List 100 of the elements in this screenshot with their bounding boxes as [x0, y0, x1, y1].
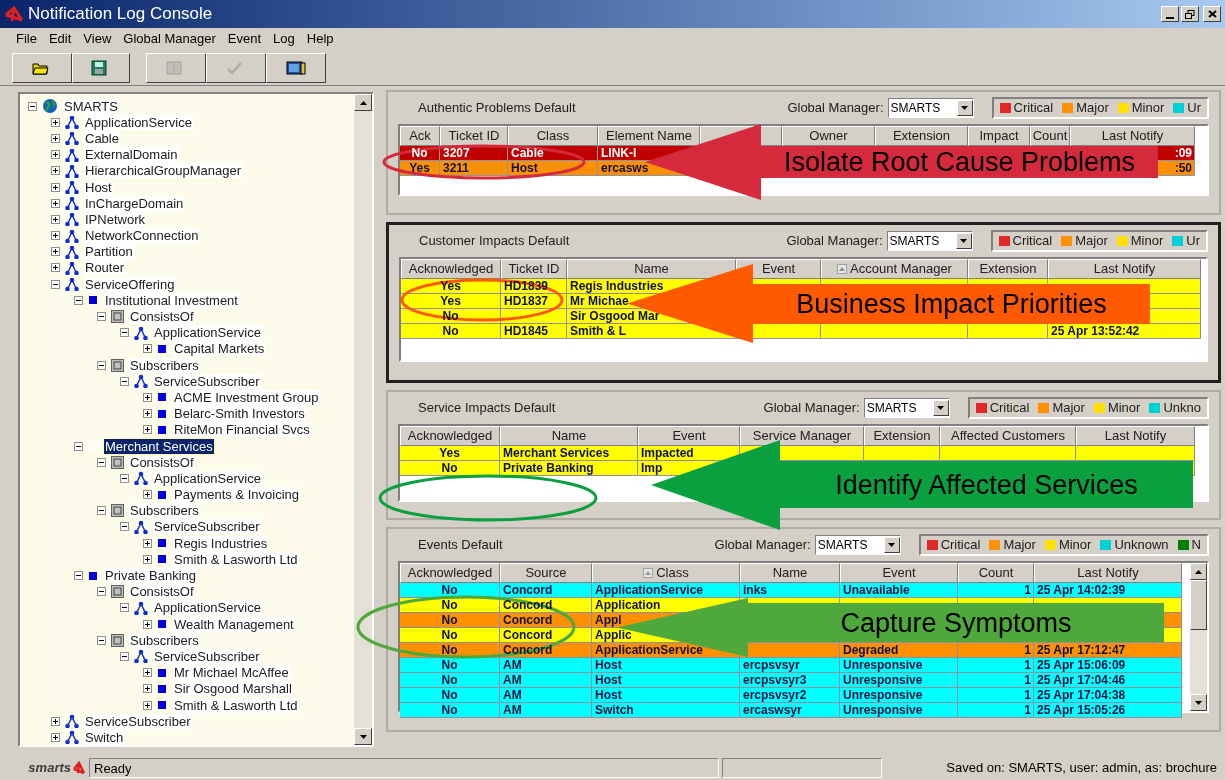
column-header[interactable]: Class: [508, 126, 598, 146]
expand-icon[interactable]: [51, 182, 60, 192]
collapse-icon[interactable]: [120, 328, 129, 338]
expand-icon[interactable]: [51, 133, 60, 143]
expand-icon[interactable]: [143, 538, 152, 548]
collapse-icon[interactable]: [120, 473, 129, 483]
tree-item[interactable]: IPNetwork: [84, 211, 146, 227]
tree-item[interactable]: ServiceSubscriber: [84, 713, 192, 729]
manager-select[interactable]: SMARTS: [887, 98, 974, 118]
tree-item[interactable]: ApplicationService: [84, 114, 193, 130]
column-header[interactable]: Extension: [864, 426, 940, 446]
expand-icon[interactable]: [143, 684, 152, 694]
menu-item[interactable]: View: [83, 29, 112, 49]
collapse-icon[interactable]: [74, 441, 83, 451]
minimize-button[interactable]: [1161, 6, 1179, 22]
collapse-icon[interactable]: [28, 101, 37, 111]
manager-select[interactable]: SMARTS: [886, 231, 973, 251]
toolbar-button[interactable]: [266, 52, 326, 83]
table-cell[interactable]: No: [400, 703, 499, 717]
tree-item[interactable]: ServiceSubscriber: [153, 373, 261, 389]
tree-item[interactable]: Subscribers: [129, 503, 200, 519]
collapse-icon[interactable]: [74, 295, 83, 305]
column-header[interactable]: Element Name: [598, 126, 700, 146]
menu-item[interactable]: Event: [227, 29, 262, 49]
column-header[interactable]: Last Notify: [1070, 126, 1195, 146]
tree-item[interactable]: ExternalDomain: [84, 147, 179, 163]
collapse-icon[interactable]: [97, 457, 106, 467]
tree-item[interactable]: NetworkConnection: [84, 228, 200, 244]
expand-icon[interactable]: [143, 554, 152, 564]
collapse-icon[interactable]: [51, 279, 60, 289]
tree-item[interactable]: Wealth Management: [173, 616, 295, 632]
collapse-icon[interactable]: [97, 360, 106, 370]
expand-icon[interactable]: [143, 409, 152, 419]
column-header[interactable]: Name: [567, 259, 736, 279]
toolbar-button[interactable]: [72, 52, 130, 83]
column-header[interactable]: Acknowledged: [400, 563, 500, 583]
collapse-icon[interactable]: [97, 506, 106, 516]
table-cell[interactable]: No: [400, 613, 499, 627]
tree-item[interactable]: Host: [84, 179, 113, 195]
tree-item[interactable]: ApplicationService: [153, 325, 262, 341]
tree-item[interactable]: ConsistsOf: [129, 584, 195, 600]
table-cell[interactable]: No: [400, 628, 499, 642]
tree-item[interactable]: Mr Michael McAffee: [173, 665, 290, 681]
tree-item[interactable]: ServiceOffering: [84, 276, 176, 292]
menu-item[interactable]: Help: [306, 29, 334, 49]
table-cell[interactable]: Yes: [401, 294, 500, 308]
tree-item[interactable]: SMARTS: [63, 98, 119, 114]
manager-select[interactable]: SMARTS: [814, 535, 901, 555]
column-header[interactable]: Ticket ID: [501, 259, 567, 279]
tree-item[interactable]: Smith & Lasworth Ltd: [173, 697, 299, 713]
menu-item[interactable]: File: [16, 29, 37, 49]
tree-item[interactable]: RiteMon Financial Svcs: [173, 422, 311, 438]
toolbar-button[interactable]: [12, 52, 72, 83]
expand-icon[interactable]: [51, 231, 60, 241]
tree-item[interactable]: Cable: [84, 130, 120, 146]
tree-item[interactable]: ACME Investment Group: [173, 389, 320, 405]
column-header[interactable]: Name: [500, 426, 638, 446]
column-header[interactable]: Event: [638, 426, 740, 446]
column-header[interactable]: Extension: [875, 126, 968, 146]
tree-item[interactable]: ApplicationService: [153, 470, 262, 486]
table-cell[interactable]: Yes: [400, 446, 499, 460]
column-header[interactable]: Acknowledged: [400, 426, 500, 446]
manager-select[interactable]: SMARTS: [863, 398, 950, 418]
column-header[interactable]: Ticket ID: [440, 126, 508, 146]
expand-icon[interactable]: [51, 214, 60, 224]
column-header[interactable]: Name: [740, 563, 840, 583]
table-cell[interactable]: No: [400, 461, 499, 475]
column-header[interactable]: Account Manager: [821, 259, 968, 279]
column-header[interactable]: Affected Customers: [940, 426, 1076, 446]
expand-icon[interactable]: [143, 619, 152, 629]
collapse-icon[interactable]: [97, 312, 106, 322]
collapse-icon[interactable]: [120, 603, 129, 613]
expand-icon[interactable]: [51, 263, 60, 273]
tree-item[interactable]: Private Banking: [104, 568, 198, 584]
scrollbar[interactable]: [1190, 563, 1207, 711]
tree-item[interactable]: Sir Osgood Marshall: [173, 681, 293, 697]
expand-icon[interactable]: [143, 668, 152, 678]
column-header[interactable]: Owner: [782, 126, 875, 146]
column-header[interactable]: Count: [958, 563, 1034, 583]
expand-icon[interactable]: [51, 150, 60, 160]
tree-item[interactable]: Payments & Invoicing: [173, 487, 300, 503]
tree-item[interactable]: ConsistsOf: [129, 454, 195, 470]
tree-item[interactable]: Partition: [84, 244, 134, 260]
menu-item[interactable]: Edit: [48, 29, 72, 49]
tree-item[interactable]: Regis Industries: [173, 535, 269, 551]
collapse-icon[interactable]: [74, 571, 83, 581]
tree-item[interactable]: Router: [84, 260, 126, 276]
column-header[interactable]: Count: [1030, 126, 1070, 146]
maximize-button[interactable]: [1181, 6, 1199, 22]
expand-icon[interactable]: [143, 490, 152, 500]
expand-icon[interactable]: [51, 117, 60, 127]
expand-icon[interactable]: [51, 716, 60, 726]
menu-item[interactable]: Global Manager: [123, 29, 216, 49]
tree-item[interactable]: Subscribers: [129, 357, 200, 373]
expand-icon[interactable]: [51, 732, 60, 742]
collapse-icon[interactable]: [120, 376, 129, 386]
expand-icon[interactable]: [51, 198, 60, 208]
expand-icon[interactable]: [51, 247, 60, 257]
expand-icon[interactable]: [143, 700, 152, 710]
collapse-icon[interactable]: [120, 651, 129, 661]
